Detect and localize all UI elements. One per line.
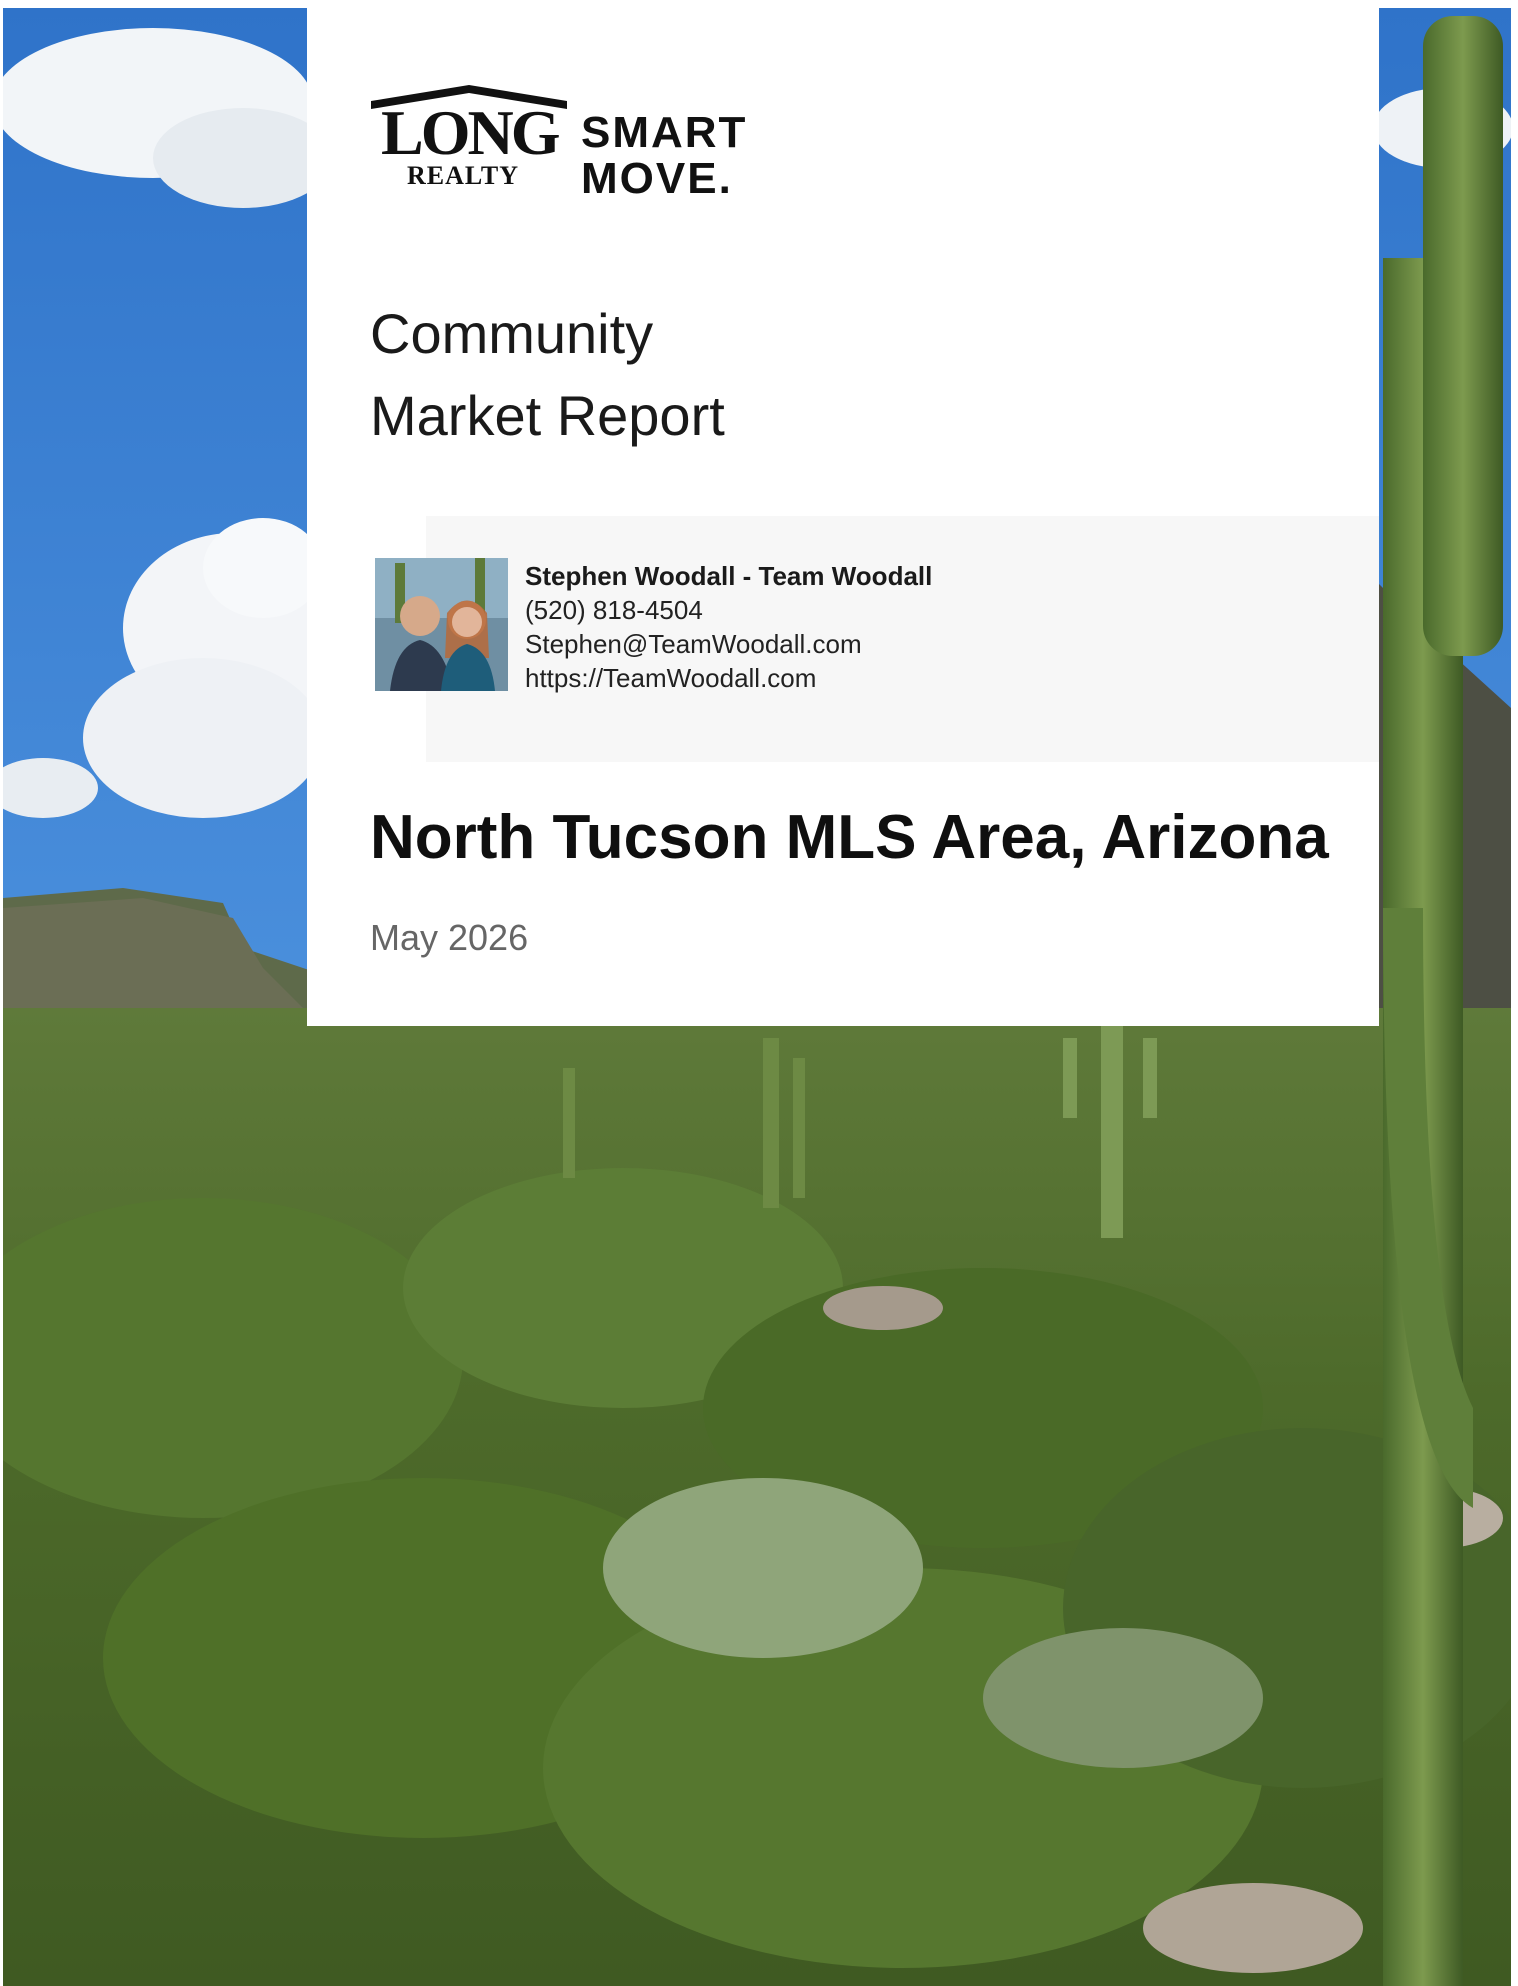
agent-contact-info: Stephen Woodall - Team Woodall (520) 818… [525, 559, 932, 695]
agent-website[interactable]: https://TeamWoodall.com [525, 661, 932, 695]
agent-photo [375, 558, 508, 691]
report-date: May 2026 [370, 917, 529, 958]
logo-realty-text: REALTY [407, 161, 519, 190]
cover-card: LONG REALTY SMART MOVE. Community Market… [307, 8, 1379, 1026]
agent-phone[interactable]: (520) 818-4504 [525, 593, 932, 627]
report-title-line1: Community [370, 302, 654, 365]
area-title: North Tucson MLS Area, Arizona [370, 803, 1329, 872]
logo-smart-text: SMART [581, 108, 748, 157]
agent-email[interactable]: Stephen@TeamWoodall.com [525, 627, 932, 661]
long-realty-logo: LONG REALTY SMART MOVE. [369, 83, 769, 203]
report-cover: LONG REALTY SMART MOVE. Community Market… [0, 0, 1518, 1986]
report-title: Community Market Report [370, 293, 725, 457]
logo-long-text: LONG [381, 97, 560, 168]
report-title-line2: Market Report [370, 384, 725, 447]
logo-move-text: MOVE. [581, 154, 733, 203]
agent-name: Stephen Woodall - Team Woodall [525, 561, 933, 591]
